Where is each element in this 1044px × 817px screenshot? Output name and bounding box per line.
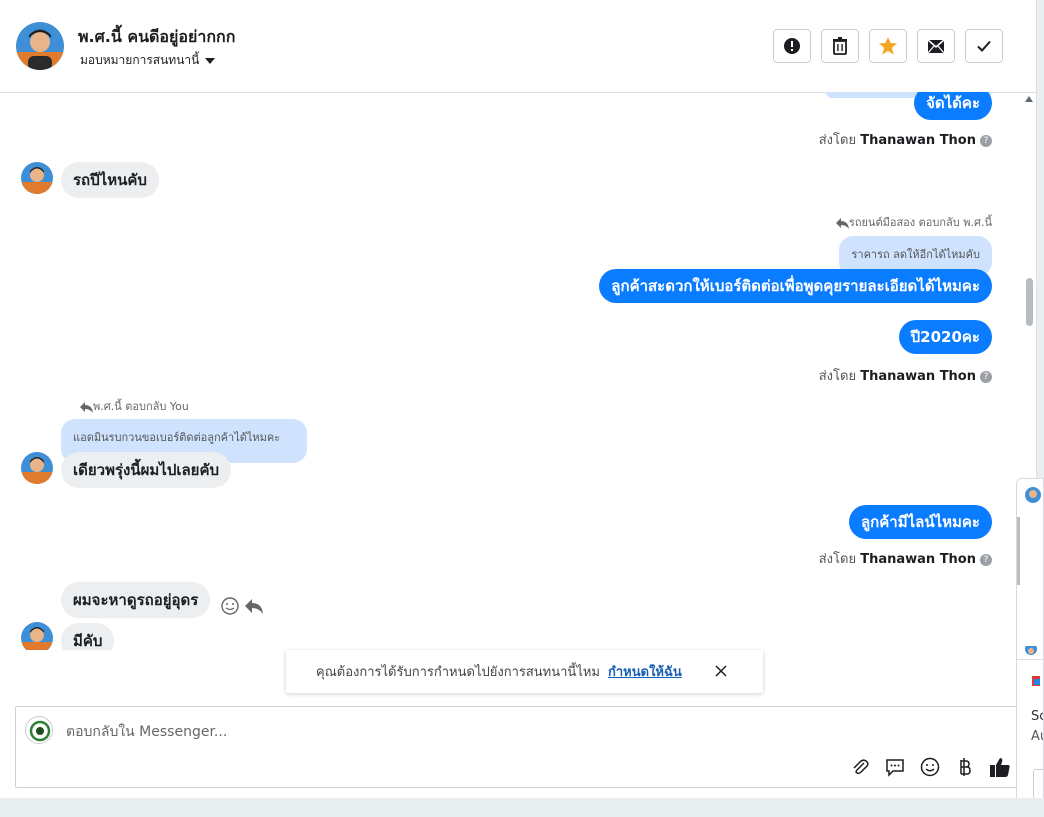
reply-composer — [15, 706, 1025, 788]
assign-conversation-dropdown[interactable]: มอบหมายการสนทนานี้ — [80, 51, 216, 70]
contact-name: พ.ศ.นี้ คนดีอยู่อย่ากกก — [78, 27, 236, 46]
assign-to-me-link[interactable]: กำหนดให้ฉัน — [608, 661, 682, 682]
side-button[interactable] — [1033, 769, 1043, 799]
sent-by-label: ส่งโดย Thanawan Thon? — [819, 129, 992, 150]
message-incoming[interactable]: ผมจะหาดูรถอยู่อุดร — [61, 582, 211, 618]
star-icon — [879, 37, 897, 55]
side-text-line: Sc — [1031, 709, 1043, 724]
delete-button[interactable] — [821, 29, 859, 63]
help-icon: ? — [980, 553, 992, 566]
thumbs-up-icon[interactable] — [988, 755, 1012, 779]
message-incoming[interactable]: มีคับ — [61, 623, 115, 650]
scroll-up-arrow-icon[interactable] — [1025, 96, 1033, 102]
reply-arrow-icon — [80, 401, 93, 413]
sent-by-label: ส่งโดย Thanawan Thon? — [819, 365, 992, 386]
assign-label: มอบหมายการสนทนานี้ — [80, 53, 200, 67]
done-button[interactable] — [965, 29, 1003, 63]
assign-prompt-toast: คุณต้องการได้รับการกำหนดไปยังการสนทนานี้… — [286, 650, 763, 693]
toast-text: คุณต้องการได้รับการกำหนดไปยังการสนทนานี้… — [316, 665, 600, 680]
contact-avatar-small — [21, 162, 53, 194]
conversation-header: พ.ศ.นี้ คนดีอยู่อย่ากกก มอบหมายการสนทนาน… — [0, 0, 1036, 93]
reply-note: พ.ศ.นี้ ตอบกลับ You — [80, 397, 189, 415]
contact-avatar[interactable] — [16, 22, 64, 70]
message-incoming[interactable]: รถปีไหนคับ — [61, 162, 159, 198]
attach-icon[interactable] — [848, 755, 872, 779]
contact-avatar-small — [21, 452, 53, 484]
saved-replies-icon[interactable] — [883, 755, 907, 779]
message-outgoing[interactable]: ลูกค้าสะดวกให้เบอร์ติดต่อเพื่อพูดคุยรายล… — [599, 269, 992, 303]
bottom-bar — [0, 798, 1044, 817]
side-avatar — [1025, 643, 1037, 655]
side-chat-panel[interactable]: Sc Au — [1016, 478, 1044, 812]
side-text-line: Au — [1031, 729, 1043, 744]
side-avatar — [1025, 487, 1041, 503]
help-icon: ? — [980, 370, 992, 383]
scrollbar-thumb[interactable] — [1026, 278, 1033, 326]
reply-note: รถยนต์มือสอง ตอบกลับ พ.ศ.นี้ — [835, 213, 992, 231]
payment-baht-icon[interactable] — [953, 755, 977, 779]
react-emoji-icon[interactable] — [220, 596, 240, 620]
message-incoming[interactable]: เดียวพรุ่งนี้ผมไปเลยคับ — [61, 452, 232, 488]
mark-unread-button[interactable] — [917, 29, 955, 63]
message-outgoing[interactable]: ลูกค้ามีไลน์ไหมคะ — [848, 505, 992, 539]
envelope-icon — [927, 39, 945, 54]
close-icon[interactable] — [713, 663, 729, 679]
trash-icon — [833, 37, 847, 55]
side-app-icon — [1031, 673, 1041, 687]
message-outgoing[interactable]: ปี2020คะ — [898, 320, 992, 354]
message-list[interactable]: จัดได้คะ ส่งโดย Thanawan Thon? รถปีไหนคั… — [0, 92, 1036, 650]
check-icon — [977, 40, 991, 52]
conversation-window: พ.ศ.นี้ คนดีอยู่อย่ากกก มอบหมายการสนทนาน… — [0, 0, 1037, 798]
alert-icon — [784, 38, 800, 54]
message-outgoing[interactable]: จัดได้คะ — [914, 92, 992, 120]
spam-button[interactable] — [773, 29, 811, 63]
reply-icon[interactable] — [244, 596, 264, 620]
side-scrollbar[interactable] — [1017, 517, 1020, 585]
reply-input[interactable] — [64, 721, 668, 743]
emoji-icon[interactable] — [918, 755, 942, 779]
caret-down-icon — [205, 57, 216, 64]
page-logo — [25, 716, 53, 744]
help-icon: ? — [980, 134, 992, 147]
contact-avatar-small — [21, 622, 53, 650]
star-button[interactable] — [869, 29, 907, 63]
sent-by-label: ส่งโดย Thanawan Thon? — [819, 548, 992, 569]
side-divider — [1017, 659, 1043, 660]
reply-arrow-icon — [835, 217, 849, 229]
